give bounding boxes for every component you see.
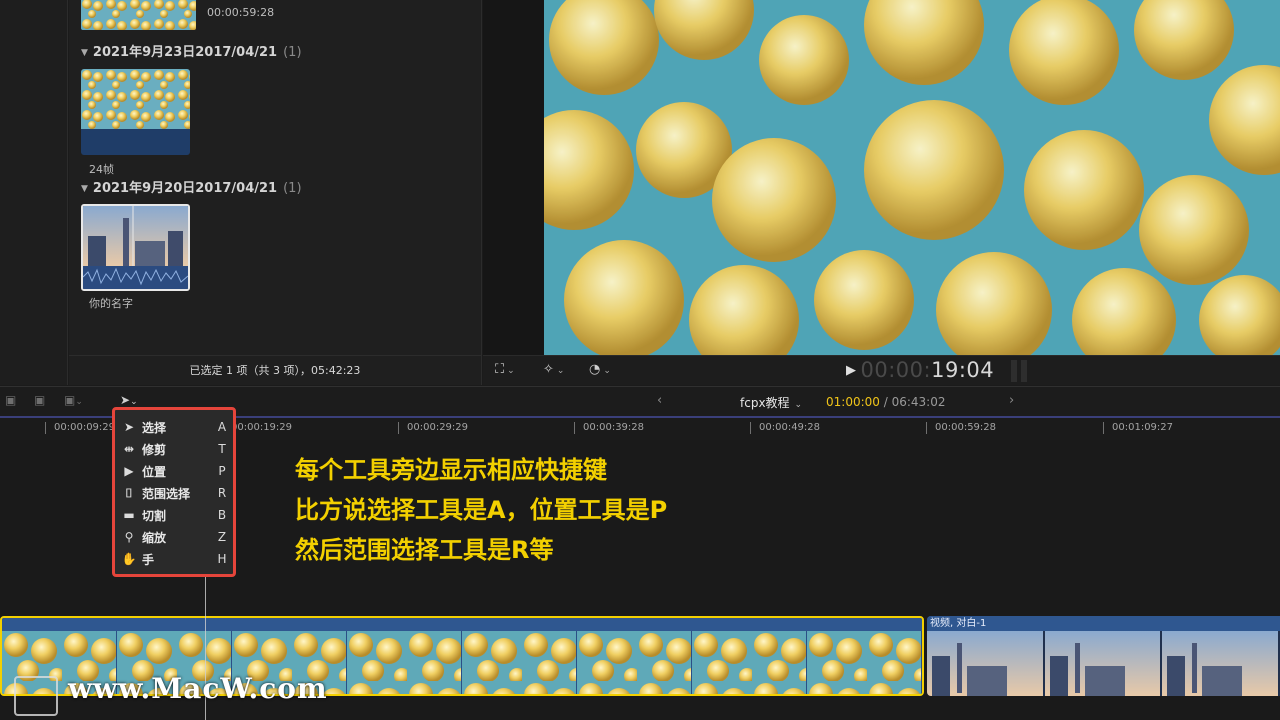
tool-label: 范围选择 — [142, 486, 191, 501]
ruler-tick: 00:00:29:29 — [398, 422, 468, 434]
tool-zoom[interactable]: ⚲ 缩放 Z — [115, 526, 233, 548]
previous-arrow-icon[interactable]: ‹ — [657, 393, 662, 408]
disclosure-triangle-icon[interactable]: ▼ — [81, 48, 88, 58]
group-count: (1) — [283, 181, 302, 196]
ruler-tick: 00:00:39:28 — [574, 422, 644, 434]
disclosure-triangle-icon[interactable]: ▼ — [81, 184, 88, 194]
tool-shortcut: A — [217, 420, 227, 434]
magic-wand-icon: ✧ — [543, 362, 554, 377]
total-time: / 06:43:02 — [883, 395, 946, 409]
clip-thumbnail-jellyfish-top[interactable] — [81, 0, 196, 30]
current-time: 01:00:00 — [826, 395, 880, 409]
tool-label: 修剪 — [142, 442, 167, 457]
position-arrow-icon: ▶ — [124, 464, 134, 478]
annotation-line: 每个工具旁边显示相应快捷键 — [295, 456, 607, 484]
ruler-tick: 00:01:09:27 — [1103, 422, 1173, 434]
playhead-timecode[interactable]: ▶ 00:00:19:04 — [846, 358, 994, 382]
tool-shortcut: Z — [217, 530, 227, 544]
tool-label: 位置 — [142, 464, 167, 479]
group-title: 2021年9月23日2017/04/21 — [92, 45, 278, 60]
viewer-control-bar: ⛶ ⌄ ✧ ⌄ ◔ ⌄ ▶ 00:00:19:04 — [483, 355, 1280, 385]
annotation-line: 然后范围选择工具是R等 — [295, 536, 554, 564]
group-header-1[interactable]: ▼ 2021年9月23日2017/04/21 (1) — [81, 41, 302, 60]
tool-label: 选择 — [142, 420, 167, 435]
tool-position[interactable]: ▶ 位置 P — [115, 460, 233, 482]
ruler-tick: 00:00:49:28 — [750, 422, 820, 434]
tutorial-annotation: 每个工具旁边显示相应快捷键 比方说选择工具是A，位置工具是P 然后范围选择工具是… — [295, 450, 667, 570]
clip-duration: 00:00:59:28 — [207, 6, 275, 19]
watermark-logo-icon — [14, 676, 58, 716]
tool-label: 切割 — [142, 508, 167, 523]
tool-blade[interactable]: ▬ 切割 B — [115, 504, 233, 526]
insert-clip-icon[interactable]: ▣ — [34, 393, 54, 409]
tools-popup-menu: ➤ 选择 A ⇹ 修剪 T ▶ 位置 P ⌷ 范围选择 R ▬ 切割 B ⚲ 缩… — [112, 407, 236, 577]
tool-select[interactable]: ➤ 选择 A — [115, 416, 233, 438]
group-count: (1) — [283, 45, 302, 60]
watermark-text: www.MacW.com — [68, 672, 328, 705]
group-header-2[interactable]: ▼ 2021年9月20日2017/04/21 (1) — [81, 177, 302, 196]
tool-label: 缩放 — [142, 530, 167, 545]
timecode-value: 19:04 — [931, 358, 995, 382]
play-icon[interactable]: ▶ — [846, 363, 857, 378]
zoom-icon: ⚲ — [124, 530, 134, 544]
library-sidebar — [0, 0, 68, 385]
chevron-down-icon: ⌄ — [603, 366, 611, 376]
range-select-icon: ⌷ — [125, 485, 133, 500]
clip-header — [2, 618, 922, 631]
project-duration: 01:00:00 / 06:43:02 — [826, 395, 946, 409]
ruler-tick: 00:00:59:28 — [926, 422, 996, 434]
tool-shortcut: P — [218, 464, 226, 478]
arrow-pointer-icon: ➤ — [123, 420, 135, 434]
tool-shortcut: T — [218, 442, 226, 456]
group-title: 2021年9月20日2017/04/21 — [92, 181, 278, 196]
hand-icon: ✋ — [121, 552, 137, 566]
next-arrow-icon[interactable]: › — [1009, 393, 1014, 408]
chevron-down-icon: ⌄ — [794, 400, 803, 410]
connect-clip-icon[interactable]: ▣ — [5, 393, 25, 409]
clip-thumbnail-your-name[interactable] — [81, 204, 190, 291]
event-browser: 00:00:59:28 ▼ 2021年9月23日2017/04/21 (1) 24帧… — [69, 0, 482, 385]
transform-menu-button[interactable]: ⛶ ⌄ — [495, 362, 515, 377]
tool-trim[interactable]: ⇹ 修剪 T — [115, 438, 233, 460]
tool-shortcut: R — [217, 486, 227, 500]
timeline-clip-your-name[interactable]: 视频, 对白-1 — [927, 616, 1280, 696]
blade-icon: ▬ — [123, 508, 135, 522]
enhance-menu-button[interactable]: ✧ ⌄ — [543, 362, 564, 377]
clip-name: 24帧 — [89, 163, 114, 176]
retime-menu-button[interactable]: ◔ ⌄ — [589, 362, 611, 377]
speedometer-icon: ◔ — [589, 362, 601, 377]
chevron-down-icon: ⌄ — [507, 366, 515, 376]
crop-icon: ⛶ — [495, 362, 505, 377]
chevron-down-icon: ⌄ — [556, 366, 565, 376]
tool-shortcut: B — [217, 508, 227, 522]
audio-meter-left — [1011, 360, 1017, 382]
tool-hand[interactable]: ✋ 手 H — [115, 548, 233, 570]
clip-title: 视频, 对白-1 — [927, 616, 1280, 631]
timecode-leading: 00:00: — [860, 358, 932, 382]
ruler-tick: 00:00:09:29 — [45, 422, 115, 434]
tool-shortcut: H — [217, 552, 227, 566]
project-name-menu[interactable]: fcpx教程 ⌄ — [740, 394, 802, 411]
tool-label: 手 — [142, 552, 155, 567]
append-clip-icon[interactable]: ▣⌄ — [64, 393, 84, 409]
clip-thumbnail-24fps[interactable] — [81, 69, 190, 155]
project-name: fcpx教程 — [740, 396, 790, 410]
clip-filmstrip — [927, 631, 1280, 696]
tool-range-select[interactable]: ⌷ 范围选择 R — [115, 482, 233, 504]
trim-icon: ⇹ — [123, 442, 135, 456]
annotation-line: 比方说选择工具是A，位置工具是P — [295, 496, 668, 524]
clip-name: 你的名字 — [89, 297, 133, 310]
viewer-video-frame[interactable] — [544, 0, 1280, 355]
browser-status-text: 已选定 1 项（共 3 项），05:42:23 — [69, 355, 481, 385]
audio-meter-right — [1021, 360, 1027, 382]
